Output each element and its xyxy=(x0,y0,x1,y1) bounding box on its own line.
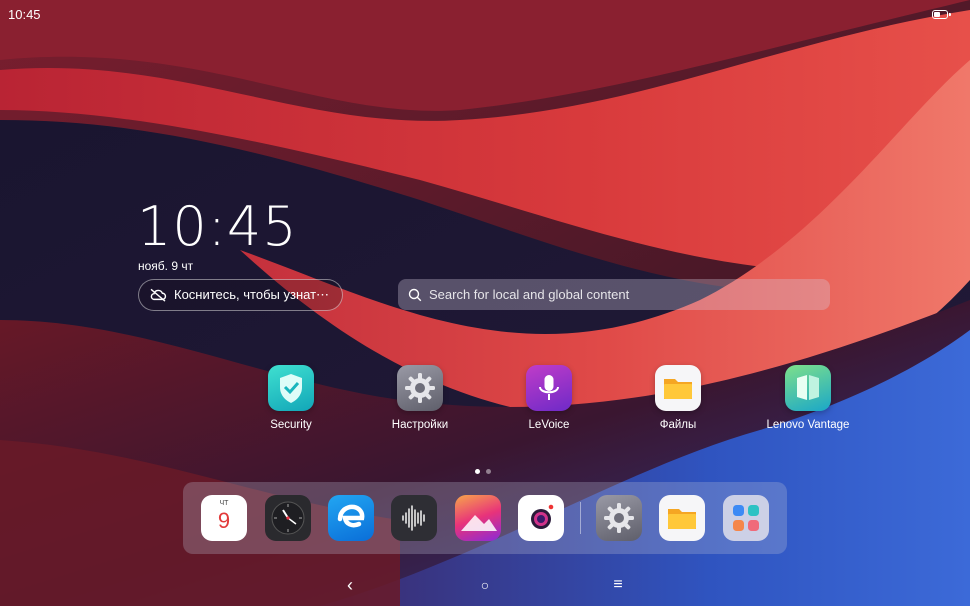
page-dot-active xyxy=(475,469,480,474)
files-folder-icon xyxy=(655,365,701,411)
settings-gear-icon[interactable] xyxy=(596,495,642,541)
app-levoice[interactable]: LeVoice xyxy=(499,365,599,431)
app-label: Настройки xyxy=(391,419,449,431)
gallery-icon[interactable] xyxy=(455,495,501,541)
app-lenovo-vantage[interactable]: Lenovo Vantage xyxy=(758,365,858,431)
navigation-bar: ‹ ○ ≡ xyxy=(0,570,970,600)
battery-icon xyxy=(932,10,951,19)
search-bar[interactable]: Search for local and global content xyxy=(398,279,830,310)
app-label: LeVoice xyxy=(528,419,570,431)
page-dot xyxy=(486,469,491,474)
search-placeholder: Search for local and global content xyxy=(429,287,630,302)
dock: ЧТ 9 xyxy=(183,482,787,554)
microphone-icon xyxy=(526,365,572,411)
back-button[interactable]: ‹ xyxy=(340,575,360,595)
status-time: 10:45 xyxy=(8,7,41,22)
app-label: Security xyxy=(270,419,312,431)
calendar-icon[interactable]: ЧТ 9 xyxy=(201,495,247,541)
calendar-day: 9 xyxy=(217,508,231,533)
dock-separator xyxy=(580,502,581,534)
page-indicator xyxy=(475,461,497,479)
lenovo-vantage-icon xyxy=(785,365,831,411)
calendar-weekday: ЧТ xyxy=(219,500,229,507)
home-clock[interactable]: 10:45 xyxy=(137,195,298,258)
browser-icon[interactable] xyxy=(328,495,374,541)
camera-icon[interactable] xyxy=(518,495,564,541)
settings-gear-icon xyxy=(397,365,443,411)
app-files[interactable]: Файлы xyxy=(628,365,728,431)
cloud-off-icon xyxy=(150,288,167,302)
home-date[interactable]: нояб. 9 чт xyxy=(138,259,193,273)
weather-label: Коснитесь, чтобы узнат⋯ xyxy=(174,287,330,302)
search-icon xyxy=(408,288,422,301)
app-security[interactable]: Security xyxy=(241,365,341,431)
status-bar: 10:45 xyxy=(0,0,970,30)
app-label: Файлы xyxy=(659,419,697,431)
recents-button[interactable]: ≡ xyxy=(608,575,628,595)
clock-icon[interactable] xyxy=(265,495,311,541)
weather-widget[interactable]: Коснитесь, чтобы узнат⋯ xyxy=(138,279,343,311)
voice-recorder-icon[interactable] xyxy=(391,495,437,541)
app-drawer-icon[interactable] xyxy=(723,495,769,541)
files-folder-icon[interactable] xyxy=(659,495,705,541)
security-shield-icon xyxy=(268,365,314,411)
home-button[interactable]: ○ xyxy=(475,575,495,595)
app-label: Lenovo Vantage xyxy=(766,419,850,431)
app-settings[interactable]: Настройки xyxy=(370,365,470,431)
